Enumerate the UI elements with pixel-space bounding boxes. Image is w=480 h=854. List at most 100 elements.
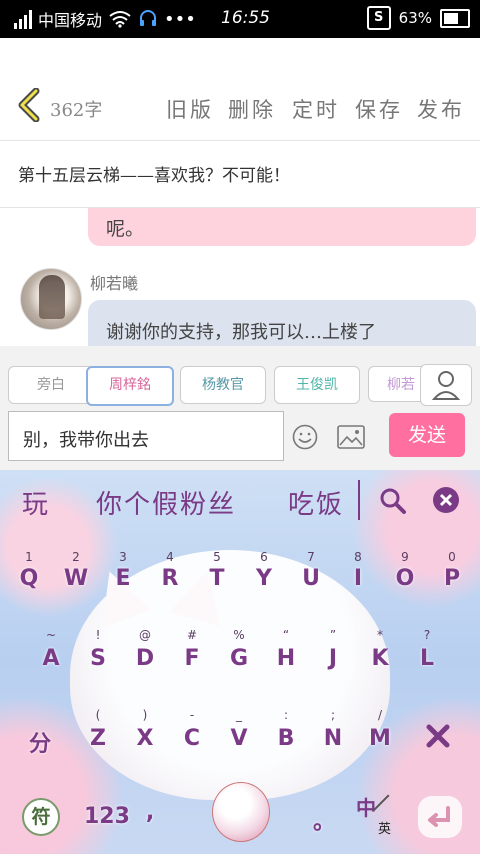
key-hint: “ xyxy=(282,628,290,642)
key-hint: _ xyxy=(236,708,242,722)
key-hint: - xyxy=(189,708,195,722)
key-hint: 9 xyxy=(401,550,409,564)
chip-character-4[interactable]: 柳若 xyxy=(368,366,428,402)
chinese-label: 中 xyxy=(356,796,376,820)
english-label: 英 xyxy=(378,822,392,837)
key-hint: 5 xyxy=(213,550,221,564)
send-button[interactable]: 发送 xyxy=(389,413,465,457)
key-hint: ~ xyxy=(45,628,57,642)
key-x[interactable]: X xyxy=(125,726,165,751)
key-hint: ( xyxy=(95,708,101,722)
editor-toolbar: 362字 旧版 删除 定时 保存 发布 xyxy=(0,38,480,141)
key-t[interactable]: T xyxy=(197,566,237,591)
chip-character-1[interactable]: 周梓銘 xyxy=(86,366,174,406)
headset-icon xyxy=(140,10,157,26)
key-hint: 7 xyxy=(307,550,315,564)
key-v[interactable]: V xyxy=(219,726,259,751)
key-w[interactable]: W xyxy=(56,566,96,591)
search-icon[interactable] xyxy=(378,486,408,516)
number-key[interactable]: 123 xyxy=(84,804,130,829)
key-hint: / xyxy=(377,708,383,722)
key-z[interactable]: Z xyxy=(78,726,118,751)
key-j[interactable]: J xyxy=(313,646,353,671)
key-h[interactable]: H xyxy=(266,646,306,671)
chapter-title: 第十五层云梯——喜欢我？不可能！ xyxy=(18,166,290,186)
candidate-word-3[interactable]: 吃饭 xyxy=(288,484,344,521)
space-key[interactable] xyxy=(212,782,270,842)
key-d[interactable]: D xyxy=(125,646,165,671)
timer-button[interactable]: 定时 xyxy=(292,94,340,124)
key-n[interactable]: N xyxy=(313,726,353,751)
battery-icon xyxy=(440,8,470,28)
comma-key[interactable]: , xyxy=(130,800,170,825)
enter-icon xyxy=(428,806,450,827)
key-o[interactable]: O xyxy=(385,566,425,591)
message-bubble-previous[interactable]: 呢。 xyxy=(88,208,476,246)
key-r[interactable]: R xyxy=(150,566,190,591)
key-y[interactable]: Y xyxy=(244,566,284,591)
s-app-icon: S xyxy=(366,6,391,30)
key-l[interactable]: L xyxy=(407,646,447,671)
key-hint: ? xyxy=(423,628,431,642)
publish-button[interactable]: 发布 xyxy=(417,94,465,124)
back-chevron-icon[interactable] xyxy=(14,88,46,122)
key-a[interactable]: A xyxy=(31,646,71,671)
key-p[interactable]: P xyxy=(432,566,472,591)
key-hint: 3 xyxy=(119,550,127,564)
delete-button[interactable]: 删除 xyxy=(228,94,276,124)
key-hint: * xyxy=(377,628,383,642)
keyboard: 玩 你个假粉丝 吃饭 1 2 3 4 5 6 7 8 9 0 Q W E R T… xyxy=(0,470,480,854)
message-text: 谢谢你的支持，那我可以…上楼了 xyxy=(106,322,376,343)
chip-character-3[interactable]: 王俊凯 xyxy=(274,366,360,404)
key-i[interactable]: I xyxy=(338,566,378,591)
key-c[interactable]: C xyxy=(172,726,212,751)
symbol-key[interactable]: 符 xyxy=(22,798,60,836)
key-hint: 2 xyxy=(72,550,80,564)
status-bar: 中国移动 ••• 16:55 S 63% xyxy=(0,0,480,38)
key-q[interactable]: Q xyxy=(9,566,49,591)
more-dots-icon: ••• xyxy=(164,8,196,30)
key-hint: # xyxy=(186,628,198,642)
chip-narrator[interactable]: 旁白 xyxy=(8,366,94,404)
chat-area[interactable]: 呢。 柳若曦 谢谢你的支持，那我可以…上楼了 xyxy=(0,208,480,346)
save-button[interactable]: 保存 xyxy=(355,94,403,124)
key-b[interactable]: B xyxy=(266,726,306,751)
speaker-name: 柳若曦 xyxy=(90,274,139,293)
key-g[interactable]: G xyxy=(219,646,259,671)
key-hint: ” xyxy=(329,628,337,642)
key-hint: : xyxy=(283,708,289,722)
chapter-title-bar[interactable]: 第十五层云梯——喜欢我？不可能！ xyxy=(0,141,480,208)
old-version-button[interactable]: 旧版 xyxy=(166,94,214,124)
carrier-label: 中国移动 xyxy=(38,11,103,30)
segment-key[interactable]: 分 xyxy=(20,726,60,758)
candidate-word-2[interactable]: 你个假粉丝 xyxy=(96,484,236,521)
add-character-button[interactable] xyxy=(420,364,472,406)
key-hint: ) xyxy=(142,708,148,722)
language-toggle[interactable]: 中 英 xyxy=(352,792,398,838)
key-hint: 6 xyxy=(260,550,268,564)
key-k[interactable]: K xyxy=(360,646,400,671)
message-bubble[interactable]: 谢谢你的支持，那我可以…上楼了 xyxy=(88,300,476,346)
image-icon[interactable] xyxy=(337,425,365,449)
key-e[interactable]: E xyxy=(103,566,143,591)
key-f[interactable]: F xyxy=(172,646,212,671)
battery-percent: 63% xyxy=(398,9,432,27)
key-hint: % xyxy=(233,628,245,642)
key-u[interactable]: U xyxy=(291,566,331,591)
avatar[interactable] xyxy=(20,268,82,330)
backspace-icon[interactable] xyxy=(424,722,452,750)
emoji-icon[interactable] xyxy=(292,424,318,450)
signal-icon xyxy=(14,9,32,29)
key-hint: 0 xyxy=(448,550,456,564)
candidate-word-1[interactable]: 玩 xyxy=(22,484,50,521)
chip-character-2[interactable]: 杨教官 xyxy=(180,366,266,404)
key-hint: ! xyxy=(95,628,101,642)
enter-key[interactable] xyxy=(418,796,462,838)
key-s[interactable]: S xyxy=(78,646,118,671)
message-input[interactable]: 别，我带你出去 xyxy=(8,411,284,461)
period-key[interactable]: 。 xyxy=(304,804,344,836)
key-hint: 1 xyxy=(25,550,33,564)
key-hint: ; xyxy=(330,708,336,722)
close-candidates-icon[interactable] xyxy=(432,486,460,514)
key-m[interactable]: M xyxy=(360,726,400,751)
